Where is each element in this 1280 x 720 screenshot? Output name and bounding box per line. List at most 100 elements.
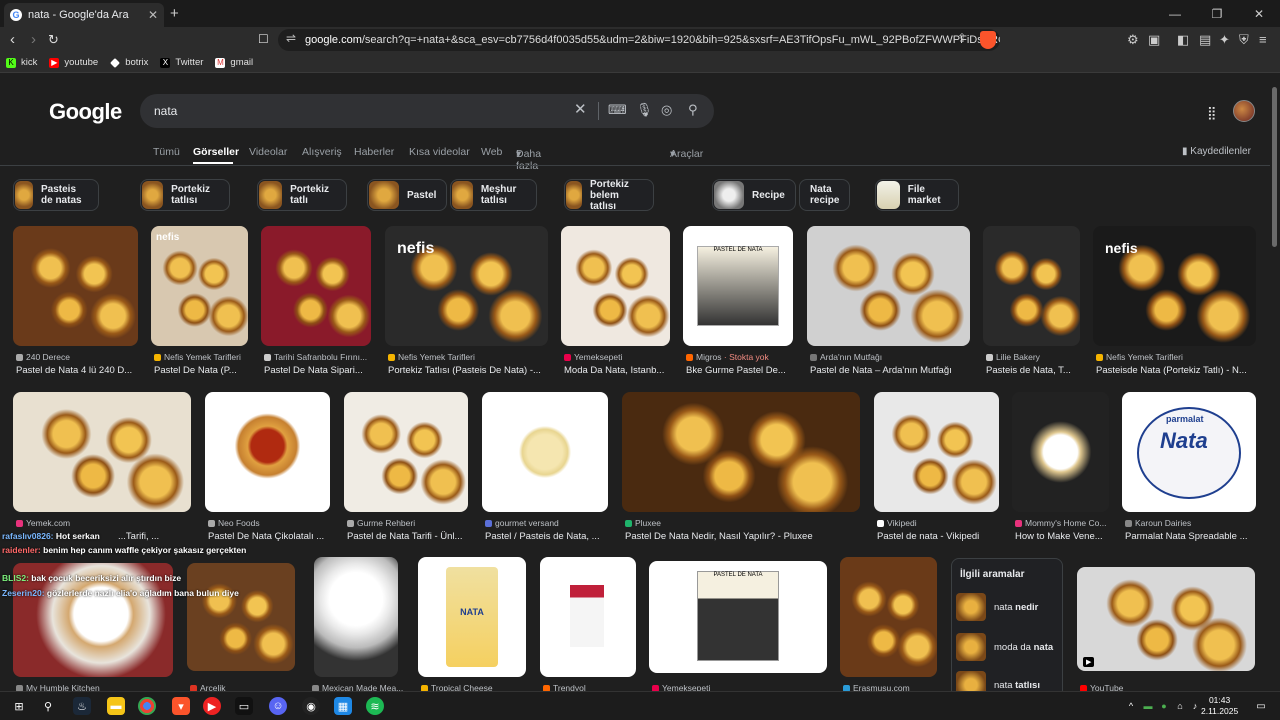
chevron-up-icon[interactable]: ^ [1122,697,1140,715]
tab-all[interactable]: Tümü [153,146,180,158]
image-result[interactable]: PASTEL DE NATA [683,226,793,346]
video-result[interactable]: ▶ [1077,567,1255,671]
chip[interactable]: Pastel [367,179,448,211]
image-result[interactable] [261,226,371,346]
menu-icon[interactable]: ≡ [1259,32,1267,47]
chrome-icon[interactable] [138,697,156,715]
image-source[interactable]: Yemeksepeti [652,683,830,691]
extensions-icon[interactable]: ⚙ [1127,32,1139,48]
obs-icon[interactable]: ◉ [302,697,320,715]
image-source[interactable]: Arda'nın Mutfağı [810,352,970,362]
image-source[interactable]: Nefis Yemek Tarifleri [1096,352,1256,362]
close-tab-icon[interactable]: ✕ [148,8,158,22]
browser-tab[interactable]: G nata - Google'da Ara ✕ [4,3,164,27]
image-result[interactable] [13,226,138,346]
image-result[interactable] [344,392,468,512]
image-result[interactable] [807,226,970,346]
windows-start-icon[interactable]: ⊞ [10,697,28,715]
image-title[interactable]: Portekiz Tatlısı (Pasteis De Nata) -... [388,365,548,376]
terminal-icon[interactable]: ▭ [235,697,253,715]
bookmark-botrix[interactable]: botrix [110,57,148,68]
image-source[interactable]: My Humble Kitchen [16,683,174,691]
tab-images[interactable]: Görseller [193,146,239,158]
image-source[interactable]: Gurme Rehberi [347,518,469,528]
image-title[interactable]: Pastel De Nata Çikolatalı ... [208,531,330,542]
tab-videos[interactable]: Videolar [249,146,287,158]
image-title[interactable]: Pastel De Nata (P... [154,365,250,376]
image-source[interactable]: Tarihi Safranbolu Fırını... [264,352,372,362]
image-title[interactable]: Pastel de Nata – Arda'nın Mutfağı [810,365,970,376]
image-title[interactable]: Pastel de Nata Tarifi - Ünl... [347,531,469,542]
image-source[interactable]: Vikipedi [877,518,999,528]
image-result[interactable] [840,557,937,677]
image-title[interactable]: Pastel de Nata 4 lü 240 D... [16,365,138,376]
image-source[interactable]: Mommy's Home Co... [1015,518,1110,528]
image-result[interactable]: nefis [1093,226,1256,346]
brave-shields-icon[interactable] [980,31,996,49]
image-result[interactable]: parmalat Nata [1122,392,1256,512]
image-result[interactable]: nefis [385,226,548,346]
image-title[interactable]: ...Tarifi, ... [118,531,192,542]
forward-icon[interactable]: › [31,31,36,48]
image-source[interactable]: Yemek.com [16,518,191,528]
image-source[interactable]: Karoun Dairies [1125,518,1256,528]
image-source[interactable]: Lilie Bakery [986,352,1082,362]
avatar[interactable] [1233,100,1255,122]
related-search-item[interactable]: nata nedir [956,591,1060,623]
image-source[interactable]: Yemeksepeti [564,352,672,362]
restore-icon[interactable]: ❐ [1196,0,1238,27]
image-result[interactable] [482,392,608,512]
minimize-icon[interactable]: — [1154,0,1196,27]
chip[interactable]: Portekiz tatlısı [140,179,230,211]
url-field[interactable]: google.com/search?q=+nata+&sca_esv=cb775… [278,29,1000,51]
google-logo[interactable]: Google [49,99,122,125]
brave-icon[interactable]: ▾ [172,697,190,715]
image-source[interactable]: Mexican Made Mea... [312,683,406,691]
system-clock[interactable]: 01:43 2.11.2025 [1201,695,1238,717]
back-icon[interactable]: ‹ [10,31,15,48]
scrollbar[interactable] [1270,77,1280,691]
image-source[interactable]: Neo Foods [208,518,330,528]
apps-grid-icon[interactable]: ⣿ [1207,105,1217,121]
image-result[interactable]: nefis [151,226,248,346]
image-title[interactable]: Moda Da Nata, Istanb... [564,365,672,376]
image-source[interactable]: YouTube [1080,683,1258,691]
image-title[interactable]: Pastel De Nata Sipari... [264,365,372,376]
bookmark-gmail[interactable]: Mgmail [215,57,253,68]
media-player-icon[interactable]: ▶ [203,697,221,715]
image-result[interactable] [314,557,398,677]
app-icon[interactable]: ▦ [334,697,352,715]
related-search-item[interactable]: nata tatlısı [956,669,1060,691]
image-source[interactable]: Nefis Yemek Tarifleri [388,352,548,362]
tab-shopping[interactable]: Alışveriş [302,146,342,158]
new-tab-icon[interactable]: + [170,5,179,22]
related-search-item[interactable]: moda da nata [956,631,1060,663]
image-title[interactable]: Bke Gurme Pastel De... [686,365,796,376]
image-title[interactable]: Pasteis de Nata, T... [986,365,1082,376]
discord-icon[interactable]: ☺ [269,697,287,715]
image-source[interactable]: Erasmusu.com [843,683,940,691]
image-title[interactable]: Pasteisde Nata (Portekiz Tatlı) - N... [1096,365,1256,376]
image-result[interactable] [983,226,1080,346]
image-source[interactable]: Pluxee [625,518,860,528]
image-result[interactable] [874,392,999,512]
file-explorer-icon[interactable]: ▬ [107,697,125,715]
bookmark-kick[interactable]: Kkick [6,57,37,68]
tab-web[interactable]: Web [481,146,502,158]
chip[interactable]: Meşhur tatlısı [450,179,537,211]
sidebar-icon[interactable]: ▣ [1148,32,1160,48]
panel-icon[interactable]: ◧ [1177,32,1189,48]
chip[interactable]: Portekiz tatlı [257,179,347,211]
bookmark-page-icon[interactable]: ☐ [258,32,269,46]
image-source[interactable]: Arçelik [190,683,298,691]
close-window-icon[interactable]: ✕ [1238,0,1280,27]
image-source[interactable]: gourmet versand [485,518,609,528]
image-result[interactable] [187,563,295,671]
image-result[interactable] [1012,392,1109,512]
search-input[interactable] [154,104,574,118]
search-box[interactable]: ✕ ⌨ 🎙 ◎ ⚲ [140,94,714,128]
steam-icon[interactable]: ♨ [73,697,91,715]
image-title[interactable]: Pastel De Nata Nedir, Nasıl Yapılır? - P… [625,531,860,542]
chip[interactable]: Portekiz belem tatlısı [564,179,654,212]
image-result[interactable] [205,392,330,512]
